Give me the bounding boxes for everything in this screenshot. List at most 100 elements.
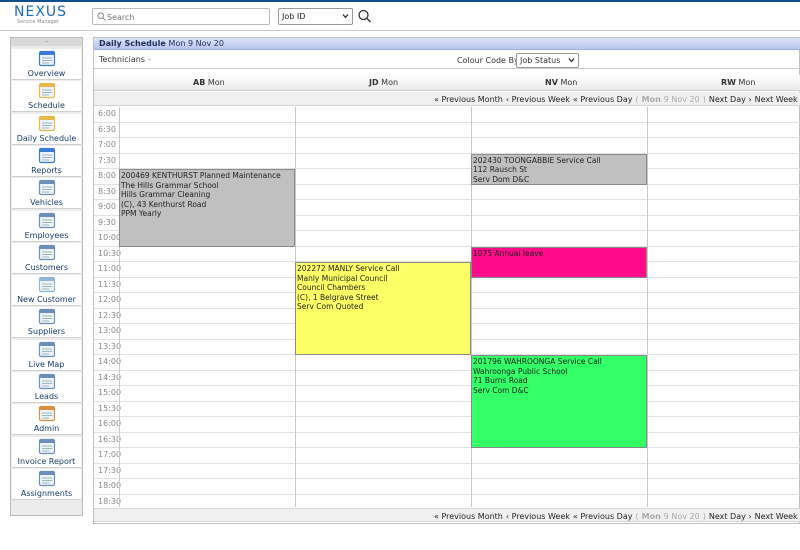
prev-week-link[interactable]: ‹ Previous Week [506,95,570,104]
schedule-event[interactable]: 202430 TOONGABBIE Service Call 112 Rausch… [471,153,647,185]
time-label: 13:00 [98,326,122,335]
daily-schedule-panel: Daily Schedule Mon 9 Nov 20 Technicians … [93,37,800,524]
search-button[interactable] [357,8,373,25]
sidebar-item-daily-schedule[interactable]: Daily Schedule [12,113,81,145]
prev-day-link[interactable]: « Previous Day [573,512,633,521]
time-row[interactable]: 7:00 [94,138,800,154]
invoice-report-icon [38,438,56,455]
event-title: 202430 TOONGABBIE Service Call [473,155,601,165]
date-navigation-bottom: « Previous Month ‹ Previous Week « Previou… [94,508,800,522]
technicians-dropdown[interactable]: Technicians – [99,55,152,64]
sidebar-item-new-customer[interactable]: New Customer [12,275,81,307]
search-icon [97,12,106,23]
time-row[interactable]: 15:00 [94,386,800,402]
column-header-jd[interactable]: JD Mon [369,78,398,87]
time-label: 18:00 [98,481,122,490]
sidebar-item-suppliers[interactable]: Suppliers [12,307,81,339]
time-row[interactable]: 17:00 [94,448,800,464]
date-navigation-top: « Previous Month ‹ Previous Week « Previou… [94,92,800,106]
next-day-link[interactable]: Next Day › [709,512,752,521]
time-label: 9:30 [98,217,116,227]
sidebar-item-label: New Customer [17,295,76,305]
time-label: 17:30 [98,465,122,475]
time-row[interactable]: 14:00 [94,355,800,371]
event-detail: (C), 43 Kenthurst Road [121,199,207,209]
time-label: 12:00 [98,295,122,304]
sidebar-item-leads[interactable]: Leads [12,372,81,403]
sidebar-item-customers[interactable]: Customers [12,242,81,274]
column-day: Mon [560,78,578,87]
column-header-rw[interactable]: RW Mon [721,78,755,87]
chevron-down-icon [342,12,349,22]
sidebar-item-live-map[interactable]: Live Map [12,339,81,371]
column-header-nv[interactable]: NV Mon [545,78,577,87]
search-field-select[interactable]: Job ID [278,8,353,25]
app-logo[interactable]: NEXUS Service Manager [14,5,76,29]
time-row[interactable]: 7:30 [94,154,800,169]
sidebar-collapse-toggle[interactable]: – [11,38,82,46]
time-row[interactable]: 17:30 [94,464,800,479]
time-row[interactable]: 18:00 [94,479,800,495]
time-label: 15:30 [98,403,122,413]
sidebar-item-label: Vehicles [30,198,63,208]
prev-day-link[interactable]: « Previous Day [573,95,633,104]
search-box[interactable] [92,8,270,25]
sidebar-item-schedule[interactable]: Schedule [12,81,81,113]
event-detail: The Hills Grammar School [121,180,219,190]
sidebar-item-admin[interactable]: Admin [12,404,81,436]
admin-icon [38,405,56,422]
vehicles-icon [38,179,56,196]
time-row[interactable]: 15:30 [94,402,800,417]
sidebar-item-invoice-report[interactable]: Invoice Report [12,436,81,468]
colour-code-label: Colour Code By [457,56,519,65]
column-header-ab[interactable]: AB Mon [193,78,225,87]
time-row[interactable]: 16:00 [94,417,800,433]
time-row[interactable]: 10:30 [94,247,800,262]
schedule-event[interactable]: 1075 Annual leave [471,246,647,278]
schedule-event[interactable]: 200469 KENTHURST Planned Maintenance The … [119,169,295,247]
event-detail: Serv Com Quoted [297,302,364,311]
sidebar-item-assignments[interactable]: Assignments [12,468,81,500]
bottom-date-nav: « Previous Month ‹ Previous Week « Previou… [434,512,800,521]
schedule-event[interactable]: 202272 MANLY Service Call Manly Municipal… [295,262,471,355]
search-field-value: Job ID [282,12,306,21]
prev-week-link[interactable]: ‹ Previous Week [506,512,570,521]
schedule-event[interactable]: 201796 WAHROONGA Service Call Wahroonga P… [471,355,647,448]
next-week-link[interactable]: Next Week » [755,95,800,104]
prev-month-link[interactable]: « Previous Month [434,512,503,521]
next-week-link[interactable]: Next Week » [755,512,800,521]
current-date-bracket: ) [702,512,706,521]
leads-icon [38,373,56,390]
event-detail: Manly Municipal Council [297,273,388,283]
column-day: Mon [381,78,399,87]
options-bar: Technicians – Colour Code By Job Status [94,51,800,69]
sidebar-item-reports[interactable]: Reports [12,145,81,177]
technician-code: RW [721,78,736,87]
time-row[interactable]: 6:30 [94,123,800,138]
search-input[interactable] [107,11,267,23]
event-detail: Serv Dom D&C [473,174,530,184]
time-label: 10:30 [98,248,122,258]
sidebar-item-overview[interactable]: Overview [12,49,81,80]
top-date-nav: « Previous Month ‹ Previous Week « Previou… [434,95,800,104]
technician-code: NV [545,78,558,87]
new-customer-icon [38,276,56,293]
assignments-icon [38,470,56,487]
time-row[interactable]: 16:30 [94,433,800,448]
time-label: 9:00 [98,202,116,211]
current-date-bracket: ( [635,95,639,104]
chevron-down-icon [568,56,575,66]
sidebar-item-label: Schedule [28,101,65,111]
event-detail: Hills Grammar Cleaning [121,190,211,199]
prev-month-link[interactable]: « Previous Month [434,95,503,104]
technicians-caret: – [147,55,152,64]
sidebar-item-employees[interactable]: Employees [12,210,81,242]
next-day-link[interactable]: Next Day › [709,95,752,104]
sidebar-item-label: Reports [31,165,62,175]
time-row[interactable]: 14:30 [94,371,800,386]
time-label: 13:30 [98,341,122,351]
colour-code-select[interactable]: Job Status [516,53,579,68]
current-day: Mon [641,512,661,521]
time-row[interactable]: 6:00 [94,107,800,123]
sidebar-item-vehicles[interactable]: Vehicles [12,178,81,210]
